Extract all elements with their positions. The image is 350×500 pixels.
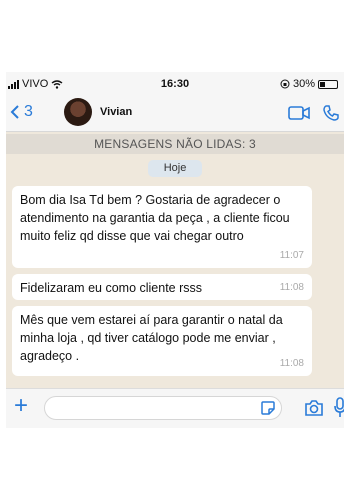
camera-icon[interactable] [304, 399, 324, 417]
avatar[interactable] [64, 98, 92, 126]
back-chevron-icon [10, 105, 19, 119]
message-time: 11:08 [279, 358, 304, 369]
message-time: 11:08 [279, 282, 304, 293]
back-count: 3 [24, 103, 33, 120]
chat-area[interactable]: MENSAGENS NÃO LIDAS: 3 Hoje Bom dia Isa … [6, 132, 344, 388]
message-text: Bom dia Isa Td bem ? Gostaria de agradec… [20, 193, 290, 243]
message-input[interactable] [44, 396, 282, 420]
message-bubble[interactable]: Fidelizaram eu como cliente rsss 11:08 [12, 274, 312, 300]
date-chip: Hoje [148, 160, 202, 177]
phone-icon[interactable] [322, 104, 340, 122]
message-text: Mês que vem estarei aí para garantir o n… [20, 313, 283, 363]
message-bubble[interactable]: Bom dia Isa Td bem ? Gostaria de agradec… [12, 186, 312, 268]
whatsapp-screen: VIVO 16:30 30% 3 Vivian MENSAGENS NÃO LI… [6, 72, 344, 428]
video-call-icon[interactable] [288, 106, 310, 120]
message-time: 11:07 [279, 250, 304, 261]
battery-percent: 30% [292, 78, 315, 90]
chat-header: 3 Vivian [6, 94, 344, 132]
contact-name[interactable]: Vivian [100, 106, 132, 118]
battery-icon [318, 79, 338, 89]
back-button[interactable]: 3 [10, 103, 33, 121]
status-right: 30% [280, 78, 338, 90]
sticker-icon[interactable] [260, 400, 276, 416]
unread-banner: MENSAGENS NÃO LIDAS: 3 [6, 134, 344, 154]
plus-icon[interactable]: + [10, 394, 32, 418]
message-text: Fidelizaram eu como cliente rsss [20, 281, 203, 295]
status-bar: VIVO 16:30 30% [6, 72, 344, 94]
microphone-icon[interactable] [334, 397, 344, 419]
message-bubble[interactable]: Mês que vem estarei aí para garantir o n… [12, 306, 312, 376]
input-bar: + [6, 388, 344, 428]
rotation-lock-icon [280, 79, 290, 89]
